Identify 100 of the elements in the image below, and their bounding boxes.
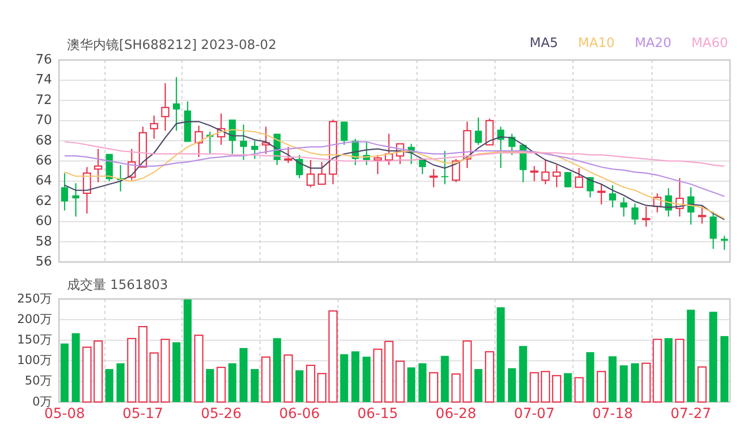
- candlestick: [240, 124, 248, 160]
- volume-bar: [149, 352, 159, 403]
- volume-bar: [608, 356, 617, 402]
- volume-bar: [440, 356, 449, 402]
- axis-label: 07-18: [592, 406, 633, 422]
- volume-bar: [127, 338, 136, 403]
- volume-bar: [160, 338, 170, 403]
- axis-label: 66: [35, 154, 52, 169]
- legend-label: MA5: [530, 36, 558, 52]
- candlestick: [206, 132, 214, 154]
- candlestick: [161, 83, 170, 131]
- volume-bar: [94, 340, 103, 403]
- axis-label: 74: [35, 72, 52, 88]
- volume-bar: [407, 367, 416, 402]
- volume-bar: [72, 333, 80, 402]
- volume-bar: [620, 365, 628, 402]
- candlestick: [72, 183, 80, 217]
- candlestick: [217, 114, 226, 145]
- candlestick: [117, 165, 124, 192]
- candlestick: [284, 146, 292, 164]
- chart-title: 成交量 1561803: [67, 278, 168, 293]
- candlestick: [508, 134, 516, 155]
- candlestick: [251, 140, 258, 159]
- volume-bar: [351, 351, 360, 402]
- candlestick: [687, 187, 694, 225]
- candlestick: [653, 193, 662, 212]
- axis-label: 06-15: [357, 406, 398, 422]
- candlestick: [61, 173, 68, 210]
- candlestick: [609, 185, 616, 208]
- candlestick: [363, 142, 370, 166]
- axis-label: 0万: [32, 394, 52, 408]
- volume-bar: [564, 373, 572, 402]
- candlestick: [698, 205, 706, 224]
- volume-bar: [60, 344, 69, 402]
- candlestick: [520, 144, 527, 182]
- candlestick: [441, 150, 448, 184]
- volume-bar: [519, 346, 528, 402]
- candlestick: [485, 118, 494, 146]
- axis-label: 06-06: [279, 406, 320, 422]
- legend-label: MA10: [578, 36, 615, 52]
- volume-bar: [530, 372, 539, 403]
- candlestick: [194, 126, 203, 157]
- candlestick: [597, 184, 606, 204]
- volume-bar: [250, 369, 259, 402]
- axis-label: 64: [35, 174, 52, 189]
- volume-bar: [228, 363, 236, 402]
- axis-label: 07-27: [670, 406, 712, 422]
- volume-bar: [652, 338, 662, 403]
- candlestick: [430, 169, 438, 188]
- candlestick: [574, 168, 584, 188]
- candlestick: [530, 166, 538, 182]
- candlestick: [620, 197, 628, 217]
- volume-bar: [317, 372, 326, 403]
- axis-label: 07-07: [514, 406, 555, 422]
- candlestick: [384, 134, 394, 166]
- volume-bar: [306, 364, 316, 403]
- volume-bar: [240, 348, 248, 402]
- volume-bar: [261, 356, 270, 403]
- legend-label: MA20: [634, 36, 672, 52]
- volume-bar: [586, 352, 594, 402]
- volume-bar: [105, 369, 114, 402]
- axis-label: 56: [35, 254, 52, 270]
- volume-bar: [295, 370, 304, 402]
- chart-title: 澳华内镜[SH688212] 2023-08-02: [67, 38, 276, 54]
- volume-bar: [630, 363, 639, 402]
- volume-bar: [474, 369, 482, 402]
- volume-bar: [675, 338, 684, 403]
- volume-bar: [172, 342, 180, 402]
- candlestick: [150, 116, 158, 139]
- candlestick: [720, 236, 728, 250]
- volume-bar: [574, 377, 584, 403]
- candlestick: [564, 172, 572, 188]
- candlestick: [463, 122, 472, 168]
- volume-bar: [340, 354, 348, 402]
- axis-label: 62: [35, 194, 52, 209]
- axis-label: 72: [35, 92, 52, 108]
- candlestick: [541, 160, 550, 184]
- volume-bar: [484, 351, 494, 403]
- legend-label: MA60: [691, 36, 728, 52]
- volume-bar: [720, 336, 728, 402]
- volume-bar: [273, 338, 282, 402]
- volume-bar: [284, 354, 293, 403]
- candlestick: [452, 158, 460, 182]
- candlestick: [474, 118, 482, 145]
- axis-label: 05-26: [200, 406, 242, 422]
- candlestick: [552, 165, 561, 188]
- axis-label: 68: [35, 133, 52, 148]
- volume-bar: [206, 369, 214, 402]
- axis-label: 06-28: [436, 406, 476, 422]
- candlestick: [418, 158, 426, 174]
- volume-bar: [508, 368, 516, 402]
- volume-bar: [429, 372, 438, 403]
- volume-bar: [462, 340, 472, 403]
- candlestick: [676, 178, 684, 217]
- volume-bar: [540, 370, 550, 403]
- candlestick: [586, 177, 594, 198]
- candlestick: [408, 144, 415, 164]
- candlestick: [138, 126, 147, 168]
- axis-label: 58: [35, 234, 52, 250]
- candlestick: [396, 143, 404, 164]
